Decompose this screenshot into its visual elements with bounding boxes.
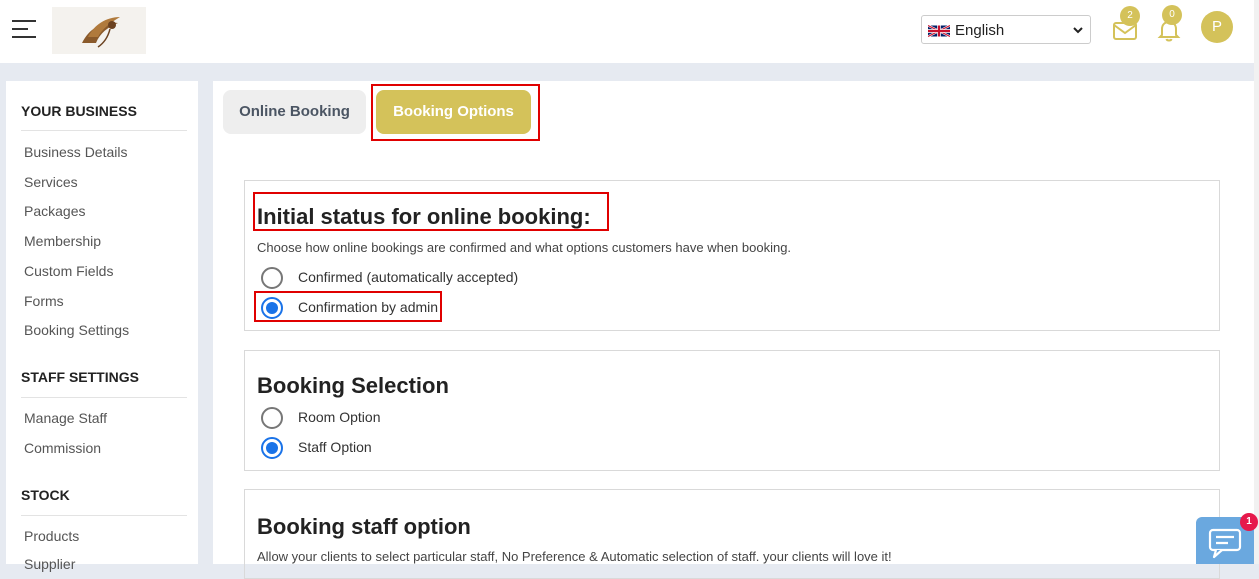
- booking-staff-title: Booking staff option: [257, 514, 471, 539]
- logo[interactable]: [52, 7, 146, 54]
- initial-status-title: Initial status for online booking:: [257, 204, 591, 229]
- mail-count-badge: 2: [1120, 6, 1140, 26]
- sidebar-item-business-details[interactable]: Business Details: [24, 144, 128, 160]
- sidebar-item-manage-staff[interactable]: Manage Staff: [24, 410, 107, 426]
- language-label: English: [955, 22, 1005, 39]
- initial-status-card: Initial status for online booking: Choos…: [244, 180, 1220, 331]
- booking-selection-title: Booking Selection: [257, 373, 449, 398]
- radio-label: Confirmation by admin: [298, 299, 439, 315]
- sidebar-section-staff-settings: STAFF SETTINGS: [21, 369, 139, 385]
- chat-unread-badge: 1: [1240, 513, 1258, 531]
- notification-count-badge: 0: [1162, 5, 1182, 25]
- scrollbar[interactable]: [1254, 0, 1259, 564]
- radio-button[interactable]: [261, 407, 283, 429]
- uk-flag-icon: [928, 24, 950, 38]
- top-bar: English 2 0 P: [0, 0, 1259, 63]
- sidebar-item-forms[interactable]: Forms: [24, 293, 64, 309]
- settings-sidebar: YOUR BUSINESS Business Details Services …: [6, 81, 198, 572]
- hamburger-icon[interactable]: [12, 17, 36, 41]
- tab-booking-options[interactable]: Booking Options: [376, 90, 531, 134]
- booking-staff-card: Booking staff option Allow your clients …: [244, 489, 1220, 579]
- avatar[interactable]: P: [1201, 11, 1233, 43]
- sidebar-item-packages[interactable]: Packages: [24, 203, 85, 219]
- sidebar-item-commission[interactable]: Commission: [24, 440, 101, 456]
- sidebar-item-membership[interactable]: Membership: [24, 233, 101, 249]
- divider: [21, 515, 187, 516]
- radio-label: Room Option: [298, 409, 381, 425]
- main-panel: Online Booking Booking Options Initial s…: [213, 81, 1254, 579]
- language-select[interactable]: English: [921, 15, 1091, 44]
- radio-label: Confirmed (automatically accepted): [298, 269, 519, 285]
- sidebar-item-products[interactable]: Products: [24, 528, 79, 544]
- radio-button[interactable]: [261, 267, 283, 289]
- booking-selection-card: Booking Selection Room Option Staff Opti…: [244, 350, 1220, 471]
- radio-label: Staff Option: [298, 439, 372, 455]
- sidebar-item-services[interactable]: Services: [24, 174, 78, 190]
- radio-button-selected[interactable]: [261, 297, 283, 319]
- divider: [21, 397, 187, 398]
- booking-staff-description: Allow your clients to select particular …: [257, 549, 892, 564]
- tab-online-booking[interactable]: Online Booking: [223, 90, 366, 134]
- sidebar-section-stock: STOCK: [21, 487, 70, 503]
- divider: [21, 130, 187, 131]
- sidebar-item-custom-fields[interactable]: Custom Fields: [24, 263, 113, 279]
- chevron-down-icon: [1073, 27, 1083, 34]
- radio-button-selected[interactable]: [261, 437, 283, 459]
- sidebar-section-your-business: YOUR BUSINESS: [21, 103, 137, 119]
- initial-status-description: Choose how online bookings are confirmed…: [257, 240, 792, 255]
- sidebar-item-booking-settings[interactable]: Booking Settings: [24, 322, 129, 338]
- sidebar-item-supplier[interactable]: Supplier: [24, 556, 75, 572]
